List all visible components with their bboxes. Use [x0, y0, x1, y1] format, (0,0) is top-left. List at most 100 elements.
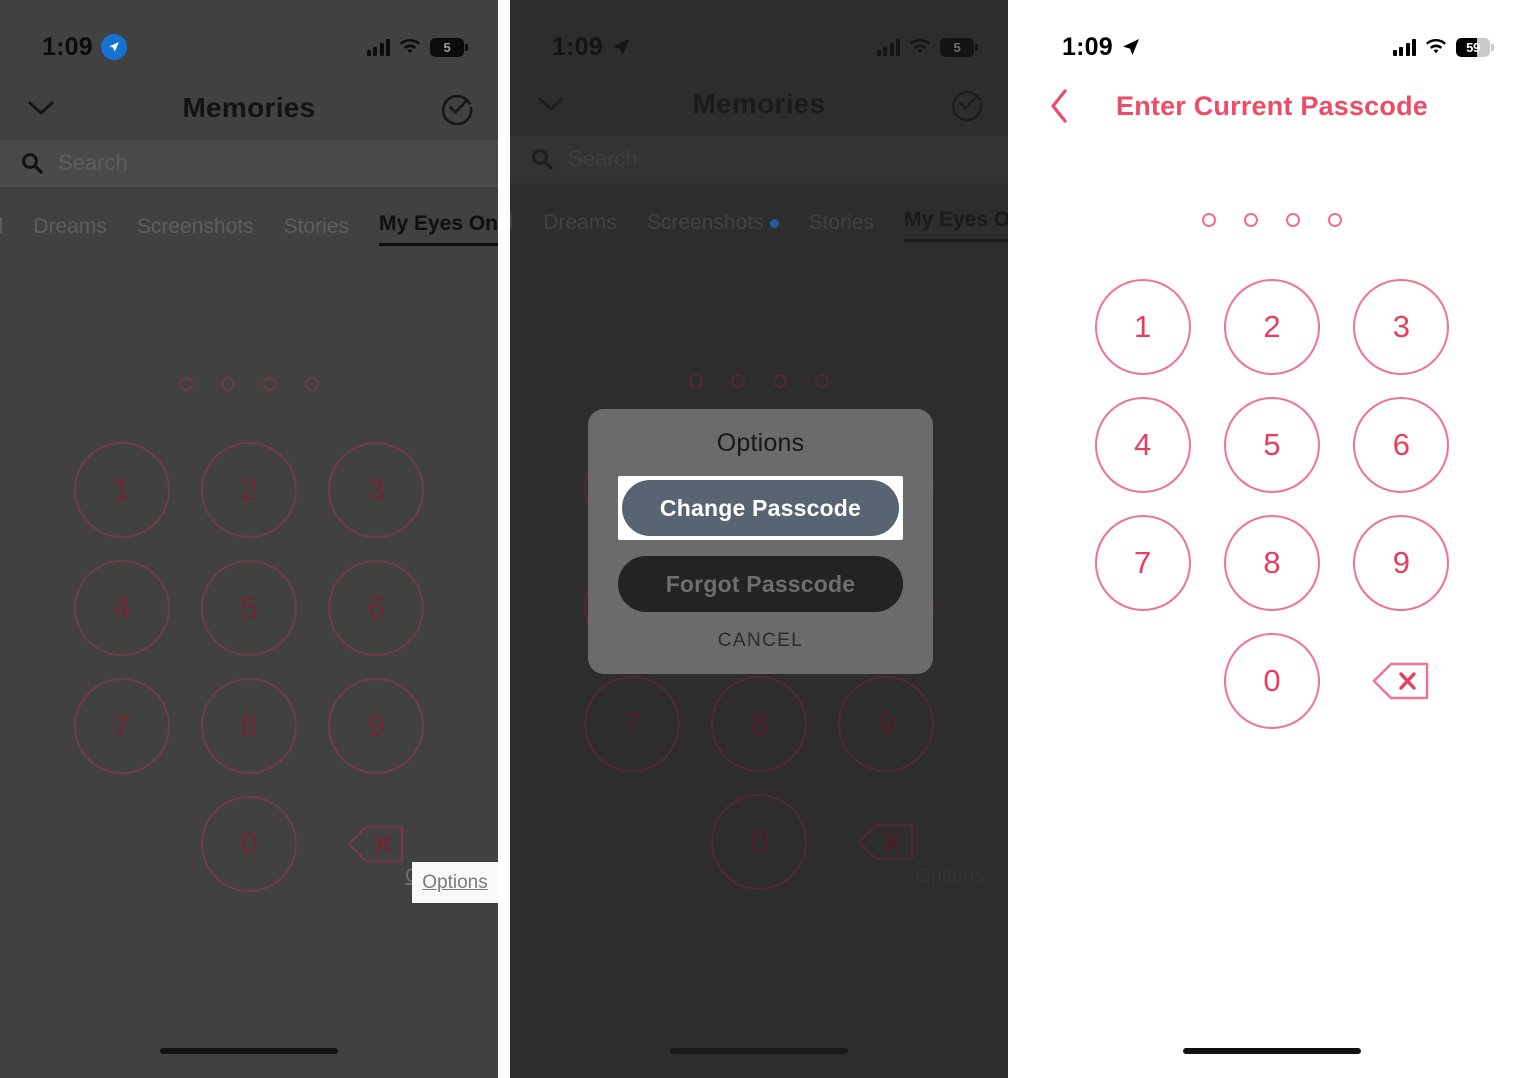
tab-screenshots-label: Screenshots	[646, 211, 764, 234]
backspace-icon[interactable]	[1353, 633, 1449, 729]
screenshot-stage: 1:09 5 Memories Search l Dreams Screensh…	[0, 0, 1524, 1078]
key-blank	[1095, 633, 1191, 729]
passcode-keypad: 1 2 3 4 5 6 7 8 9 0	[1020, 279, 1524, 729]
battery-level: 59	[1466, 39, 1480, 55]
key-0[interactable]: 0	[1223, 633, 1320, 729]
cellular-bars-icon	[876, 38, 900, 56]
divider	[510, 182, 1008, 183]
key-6[interactable]: 6	[1353, 397, 1450, 493]
key-2[interactable]: 2	[1223, 279, 1320, 375]
key-7[interactable]: 7	[1094, 515, 1191, 611]
key-8[interactable]: 8	[200, 678, 297, 774]
change-passcode-button[interactable]: Change Passcode	[622, 480, 899, 536]
passcode-dots	[0, 377, 498, 391]
panel-enter-current-passcode: 1:09 59 Enter Current Passcode 1 2 3 4 5…	[1020, 0, 1524, 1078]
status-bar: 1:09 5	[510, 0, 1008, 72]
change-passcode-highlight-box: Change Passcode	[618, 476, 903, 540]
search-bar[interactable]: Search	[510, 136, 1008, 182]
cellular-bars-icon	[366, 38, 390, 56]
key-0[interactable]: 0	[200, 796, 297, 892]
passcode-dot	[1202, 213, 1216, 227]
status-bar: 1:09 5	[0, 0, 498, 72]
key-1[interactable]: 1	[1094, 279, 1191, 375]
tab-screenshots[interactable]: Screenshots	[647, 211, 779, 235]
status-bar-left: 1:09	[552, 33, 631, 62]
tab-dreams[interactable]: Dreams	[33, 215, 107, 239]
location-arrow-icon	[612, 39, 629, 55]
key-5[interactable]: 5	[1223, 397, 1320, 493]
battery-level: 5	[443, 39, 451, 55]
battery-icon: 5	[940, 37, 974, 57]
tab-all[interactable]: ll	[510, 211, 513, 235]
dialog-title: Options	[716, 429, 805, 457]
key-8[interactable]: 8	[1223, 515, 1320, 611]
key-0[interactable]: 0	[710, 794, 807, 890]
tab-dreams[interactable]: Dreams	[543, 211, 617, 235]
passcode-dots	[510, 374, 1008, 388]
chevron-down-icon[interactable]	[18, 98, 64, 118]
page-title: Enter Current Passcode	[1116, 90, 1428, 121]
home-indicator	[1183, 1048, 1361, 1054]
search-input[interactable]: Search	[568, 146, 638, 172]
tab-all[interactable]: ll	[0, 215, 3, 239]
passcode-dot	[773, 374, 787, 388]
passcode-dot	[1328, 213, 1342, 227]
options-highlight-box[interactable]: Options	[412, 862, 498, 903]
status-bar: 1:09 59	[1020, 0, 1524, 72]
key-2[interactable]: 2	[200, 442, 297, 538]
search-bar[interactable]: Search	[0, 140, 498, 186]
key-9[interactable]: 9	[328, 678, 425, 774]
passcode-dot	[305, 377, 319, 391]
cancel-button[interactable]: CANCEL	[718, 630, 803, 652]
options-dialog: Options Change Passcode Forgot Passcode …	[588, 409, 933, 674]
battery-icon: 5	[430, 37, 464, 57]
status-bar-right: 59	[1392, 37, 1494, 57]
passcode-dot	[689, 374, 703, 388]
passcode-dot	[221, 377, 235, 391]
key-4[interactable]: 4	[73, 560, 170, 656]
memories-tabs: ll Dreams Screenshots Stories My Eyes On…	[0, 200, 498, 254]
passcode-dot	[815, 374, 829, 388]
tab-my-eyes-only[interactable]: My Eyes Only	[378, 212, 498, 246]
status-bar-left: 1:09	[1062, 33, 1141, 62]
passcode-dot	[263, 377, 277, 391]
key-3[interactable]: 3	[328, 442, 425, 538]
passcode-dot	[1244, 213, 1258, 227]
tab-my-eyes-only[interactable]: My Eyes Only	[903, 208, 1008, 242]
key-8[interactable]: 8	[710, 676, 807, 772]
forgot-passcode-button[interactable]: Forgot Passcode	[618, 556, 903, 612]
key-5[interactable]: 5	[200, 560, 297, 656]
search-input[interactable]: Search	[58, 150, 128, 176]
panel-options-dialog: 1:09 5 Memories Search l Dreams Screensh…	[510, 0, 1008, 1078]
home-indicator	[670, 1048, 848, 1054]
memories-header: Memories	[510, 76, 1008, 132]
location-arrow-badge-icon	[100, 34, 127, 60]
passcode-dot	[179, 377, 193, 391]
divider	[0, 186, 498, 187]
key-6[interactable]: 6	[328, 560, 425, 656]
wifi-icon	[1426, 39, 1446, 54]
chevron-down-icon[interactable]	[528, 94, 574, 114]
passcode-dots	[1020, 213, 1524, 227]
check-circle-icon[interactable]	[434, 91, 480, 125]
tab-screenshots[interactable]: Screenshots	[137, 215, 254, 239]
key-blank	[584, 794, 680, 890]
key-9[interactable]: 9	[838, 676, 935, 772]
check-circle-icon[interactable]	[944, 87, 990, 121]
passcode-dot	[1286, 213, 1300, 227]
key-9[interactable]: 9	[1353, 515, 1450, 611]
panel-memories-passcode: 1:09 5 Memories Search l Dreams Screensh…	[0, 0, 498, 1078]
key-3[interactable]: 3	[1353, 279, 1450, 375]
key-1[interactable]: 1	[73, 442, 170, 538]
tab-stories[interactable]: Stories	[809, 211, 874, 235]
key-7[interactable]: 7	[583, 676, 680, 772]
options-button[interactable]: Options	[915, 865, 984, 888]
key-7[interactable]: 7	[73, 678, 170, 774]
tab-stories[interactable]: Stories	[284, 215, 349, 239]
key-4[interactable]: 4	[1094, 397, 1191, 493]
wifi-icon	[910, 39, 930, 54]
status-time: 1:09	[42, 32, 93, 61]
passcode-dot	[731, 374, 745, 388]
wifi-icon	[400, 39, 420, 54]
status-bar-right: 5	[876, 37, 978, 57]
